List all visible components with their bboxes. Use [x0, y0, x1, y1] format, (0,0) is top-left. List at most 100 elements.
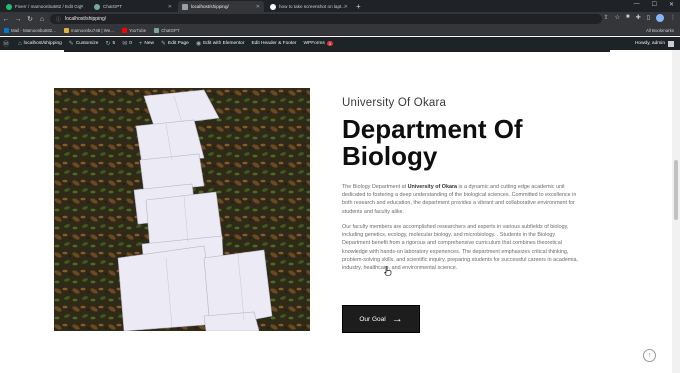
bookmark-mail[interactable]: Mail - Mamoonbu582...: [4, 28, 56, 33]
elementor-label: Edit with Elementor: [203, 41, 245, 46]
close-icon[interactable]: ✕: [80, 4, 84, 10]
extension-icon[interactable]: ■: [626, 14, 630, 22]
minimize-icon[interactable]: —: [634, 1, 640, 8]
admin-edit-page[interactable]: ✎ Edit Page: [161, 40, 189, 47]
bookmark-label: YouTube: [128, 28, 147, 33]
bookmark-label: ChatGPT: [161, 28, 180, 33]
admin-elementor[interactable]: ◉ Edit with Elementor: [196, 40, 245, 47]
new-label: New: [144, 41, 155, 46]
chatgpt-icon: [154, 28, 160, 33]
outlook-icon: [4, 28, 9, 33]
chatgpt-favicon-icon: [94, 3, 100, 10]
updates-icon: ↻: [105, 41, 111, 47]
tab-title: localhost/shipping/: [191, 4, 229, 9]
wpforms-label: WPForms: [303, 41, 325, 46]
intro-paragraph: The Biology Department at University of …: [342, 183, 578, 216]
intro-text: The Biology Department at: [342, 184, 408, 190]
plus-icon: +: [138, 40, 143, 47]
arrow-right-icon: →: [391, 312, 403, 325]
books-on-grass-image: [54, 88, 310, 331]
customize-label: Customize: [75, 41, 99, 46]
brush-icon: ✎: [68, 41, 74, 47]
howdy-label: Howdy, admin: [634, 41, 665, 46]
faculty-paragraph: Our faculty members are accomplished res…: [342, 224, 578, 272]
wp-admin-bar: Ⓦ ⌂ localhost/shipping ✎ Customize ↻ 5 ✉ 0 +…: [0, 37, 680, 50]
page-favicon-icon: [182, 3, 188, 10]
page-content: University Of Okara Department Of Biolog…: [0, 50, 672, 373]
university-bold: University of Okara: [407, 184, 458, 190]
comment-icon: ✉: [122, 41, 128, 47]
url-text: localhost/shipping/: [65, 16, 107, 22]
admin-account[interactable]: Howdy, admin: [634, 40, 674, 47]
wordpress-icon: Ⓦ: [3, 42, 10, 48]
menu-kebab-icon[interactable]: ⋮: [670, 14, 676, 22]
edit-page-label: Edit Page: [168, 41, 189, 46]
wpforms-badge: 1: [326, 41, 334, 46]
wp-logo[interactable]: Ⓦ: [3, 39, 11, 48]
elementor-icon: ◉: [195, 41, 202, 47]
admin-header-footer[interactable]: Edit Header & Footer: [251, 41, 296, 46]
fiverr-favicon-icon: [6, 3, 12, 10]
university-name: University Of Okara: [342, 97, 447, 109]
bookmark-label: Mail - Mamoonbu582...: [11, 28, 56, 33]
previous-section-edge: [64, 50, 610, 52]
scrollbar-thumb[interactable]: [674, 160, 678, 220]
our-goal-label: Our Goal: [359, 315, 386, 323]
admin-new[interactable]: + New: [139, 41, 154, 47]
all-bookmarks-button[interactable]: All Bookmarks: [646, 28, 674, 33]
admin-customize[interactable]: ✎ Customize: [69, 40, 99, 47]
bookmark-star-icon[interactable]: ☆: [615, 14, 620, 22]
back-icon[interactable]: ←: [0, 16, 12, 23]
close-window-icon[interactable]: ✕: [669, 1, 674, 8]
bookmark-youtube[interactable]: YouTube: [121, 28, 147, 33]
admin-comments[interactable]: ✉ 0: [122, 40, 132, 47]
pencil-icon: ✎: [161, 41, 167, 47]
bookmark-chatgpt[interactable]: ChatGPT: [154, 28, 180, 33]
tab-title: how to take screenshot on lapt...: [279, 4, 346, 9]
extensions-puzzle-icon[interactable]: ✚: [636, 14, 641, 22]
page-title: Department Of Biology: [342, 114, 523, 171]
bookmark-label: mamoonbu748 | We...: [70, 28, 114, 33]
profile-avatar[interactable]: [656, 14, 664, 22]
bookmarks-bar: Mail - Mamoonbu582... mamoonbu748 | We..…: [0, 26, 680, 36]
close-icon[interactable]: ✕: [344, 4, 348, 10]
tab-title: ChatGPT: [103, 4, 123, 9]
tab-title: Fiverr / mamoonbu582 / Edit Gig: [15, 4, 82, 9]
toolbar-actions: ⇪ ☆ ■ ✚ ▯ ⋮: [604, 14, 676, 22]
browser-tab-screenshot[interactable]: how to take screenshot on lapt... ✕: [266, 1, 352, 12]
reload-icon[interactable]: ↻: [24, 15, 36, 23]
home-icon: ⌂: [18, 40, 22, 47]
site-label: localhost/shipping: [23, 41, 62, 46]
comments-count: 0: [129, 41, 132, 46]
scroll-to-top-button[interactable]: ↑: [643, 349, 656, 362]
google-favicon-icon: [270, 3, 276, 10]
maximize-icon[interactable]: ☐: [652, 1, 657, 8]
forward-icon[interactable]: →: [12, 16, 24, 23]
close-icon[interactable]: ✕: [256, 4, 260, 10]
admin-wpforms[interactable]: WPForms 1: [304, 41, 334, 46]
header-footer-label: Edit Header & Footer: [251, 41, 297, 46]
home-icon[interactable]: ⌂: [36, 16, 48, 23]
site-info-icon[interactable]: ⓘ: [56, 16, 61, 23]
admin-site-link[interactable]: ⌂ localhost/shipping: [18, 41, 62, 47]
browser-toolbar: ← → ↻ ⌂ ⓘ localhost/shipping/ ⇪ ☆ ■ ✚ ▯ …: [0, 12, 680, 26]
window-controls: — ☐ ✕: [634, 1, 674, 8]
hand-cursor-icon: [384, 266, 392, 276]
browser-tab-fiverr[interactable]: Fiverr / mamoonbu582 / Edit Gig ✕: [2, 1, 88, 12]
new-tab-button[interactable]: +: [356, 1, 361, 12]
address-bar[interactable]: ⓘ localhost/shipping/: [50, 14, 602, 24]
avatar: [668, 40, 674, 47]
browser-tab-localhost[interactable]: localhost/shipping/ ✕: [178, 1, 264, 12]
browser-tab-strip: Fiverr / mamoonbu582 / Edit Gig ✕ ChatGP…: [0, 0, 680, 12]
arrow-up-icon: ↑: [647, 352, 652, 359]
updates-count: 5: [112, 41, 116, 46]
folder-icon: [63, 28, 69, 33]
browser-tab-chatgpt[interactable]: ChatGPT ✕: [90, 1, 176, 12]
share-icon[interactable]: ⇪: [604, 14, 609, 22]
sidepanel-icon[interactable]: ▯: [647, 14, 650, 22]
close-icon[interactable]: ✕: [168, 4, 172, 10]
admin-updates[interactable]: ↻ 5: [105, 40, 115, 47]
our-goal-button[interactable]: Our Goal →: [342, 305, 420, 333]
youtube-icon: [121, 28, 127, 33]
bookmark-mamoonbu[interactable]: mamoonbu748 | We...: [63, 28, 114, 33]
